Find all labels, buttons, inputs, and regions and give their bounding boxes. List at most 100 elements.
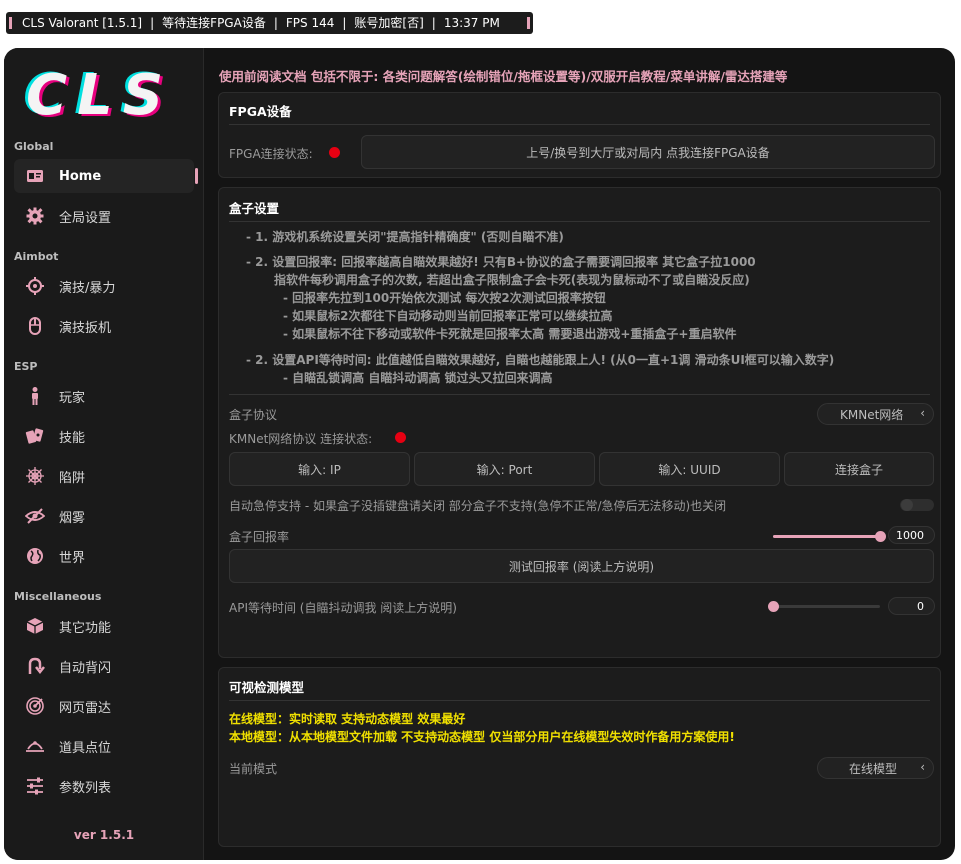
globe-icon [24,545,46,567]
api-wait-slider[interactable] [768,601,880,612]
sidebar-item-label: 陷阱 [59,470,86,486]
local-model-description: 本地模型：从本地模型文件加载 不支持动态模型 仅当部分用户在线模型失效时作备用方… [229,730,735,744]
version-label: ver 1.5.1 [73,828,135,842]
fps-counter: FPS 144 [285,16,335,30]
instruction-line: - 如果鼠标不往下移动或软件卡死就是回报率太高 需要退出游戏+重插盒子+重启软件 [283,327,737,341]
api-wait-value[interactable]: 0 [888,597,935,615]
instruction-line: 指软件每秒调用盒子的次数, 若超出盒子限制盒子会卡死(表现为鼠标动不了或自瞄没反… [274,273,750,287]
sidebar-item-utility-spots[interactable]: 道具点位 [14,729,194,763]
section-label-esp: ESP [14,360,38,373]
person-icon [24,385,46,407]
app-title: CLS Valorant [1.5.1] [22,16,143,30]
panel-title: FPGA设备 [229,104,292,119]
box-settings-panel: 盒子设置 - 1. 游戏机系统设置关闭"提高指针精确度" (否则自瞄不准) - … [218,187,941,658]
sidebar-item-label: 自动背闪 [59,660,112,676]
cards-icon [24,425,46,447]
visual-model-panel: 可视检测模型 在线模型：实时读取 支持动态模型 效果最好 本地模型：从本地模型文… [218,667,941,847]
connect-box-button[interactable]: 连接盒子 [784,452,934,486]
kmnet-status-indicator [395,432,406,443]
panel-divider [229,394,930,395]
docs-notice[interactable]: 使用前阅读文档 包括不限于: 各类问题解答(绘制错位/拖框设置等)/双服开启教程… [219,66,787,85]
current-mode-label: 当前模式 [229,762,278,776]
panel-divider [229,124,930,125]
toggle-knob [901,499,913,511]
instruction-line: - 2. 设置回报率: 回报率越高自瞄效果越好! 只有B+协议的盒子需要调回报率… [246,255,756,269]
connect-fpga-button[interactable]: 上号/换号到大厅或对局内 点我连接FPGA设备 [361,135,935,169]
sidebar-item-other[interactable]: 其它功能 [14,609,194,643]
sidebar-item-label: 道具点位 [59,740,112,756]
sidebar: CLS CLS CLS Global Home 全局设置 Aimbot 演技/暴… [4,48,204,860]
sidebar-item-label: 参数列表 [59,780,112,796]
sidebar-item-label: Home [59,168,102,184]
box-rate-value[interactable]: 1000 [888,526,935,544]
uuid-input[interactable]: 输入: UUID [599,452,780,486]
title-bar-right-marker [527,17,530,29]
box-rate-slider[interactable] [773,531,886,542]
sidebar-item-global-settings[interactable]: 全局设置 [14,199,194,233]
slider-fill [773,535,880,538]
test-rate-button[interactable]: 测试回报率 (阅读上方说明) [229,549,934,583]
sidebar-item-traps[interactable]: 陷阱 [14,459,194,493]
section-label-global: Global [14,140,54,153]
spider-web-icon [24,465,46,487]
box-protocol-value: KMNet网络 [840,407,904,422]
slider-handle[interactable] [875,531,886,542]
cls-logo: CLS CLS CLS [23,66,173,126]
main-window: CLS CLS CLS Global Home 全局设置 Aimbot 演技/暴… [4,48,955,860]
instruction-line: - 1. 游戏机系统设置关闭"提高指针精确度" (否则自瞄不准) [246,230,564,244]
id-card-icon [24,165,46,187]
panel-divider [229,700,930,701]
svg-text:CLS: CLS [26,66,173,126]
cube-icon [24,615,46,637]
account-encryption-status: 账号加密[否] [354,16,424,30]
sidebar-item-home[interactable]: Home [14,159,198,193]
sidebar-item-triggerbot[interactable]: 演技扳机 [14,309,194,343]
sidebar-item-parameters[interactable]: 参数列表 [14,769,194,803]
api-wait-label: API等待时间 (自瞄抖动调我 阅读上方说明) [229,601,457,615]
box-protocol-label: 盒子协议 [229,408,278,422]
sidebar-item-smoke[interactable]: 烟雾 [14,499,194,533]
chevron-left-icon: ‹ [920,406,925,420]
box-rate-label: 盒子回报率 [229,530,290,544]
instruction-line: - 回报率先拉到100开始依次测试 每次按2次测试回报率按钮 [283,291,606,305]
sidebar-item-auto-flash[interactable]: 自动背闪 [14,649,194,683]
u-turn-icon [24,655,46,677]
auto-stop-toggle[interactable] [900,499,934,511]
active-indicator [195,168,198,184]
connection-status-text: 等待连接FPGA设备 [162,16,266,30]
sidebar-item-label: 技能 [59,430,86,446]
sidebar-item-web-radar[interactable]: 网页雷达 [14,689,194,723]
sidebar-item-label: 演技/暴力 [59,280,116,296]
panel-title: 可视检测模型 [229,680,305,695]
title-bar-left-marker [9,17,12,29]
fpga-status-indicator [329,147,340,158]
ip-input[interactable]: 输入: IP [229,452,410,486]
title-bar: CLS Valorant [1.5.1] | 等待连接FPGA设备 | FPS 144 |… [6,12,533,34]
title-separator: | [150,16,155,30]
panel-divider [229,221,930,222]
title-separator: | [342,16,347,30]
sidebar-item-label: 全局设置 [59,210,112,226]
sidebar-item-players[interactable]: 玩家 [14,379,194,413]
panel-title: 盒子设置 [229,201,280,216]
online-model-description: 在线模型：实时读取 支持动态模型 效果最好 [229,712,466,726]
sliders-icon [24,775,46,797]
instruction-line: - 如果鼠标2次都往下自动移动则当前回报率正常可以继续拉高 [283,309,613,323]
title-separator: | [431,16,436,30]
model-mode-select[interactable]: 在线模型 ‹ [817,757,934,779]
sidebar-item-aim-rage[interactable]: 演技/暴力 [14,269,194,303]
slider-handle[interactable] [768,601,779,612]
fpga-panel: FPGA设备 FPGA连接状态: 上号/换号到大厅或对局内 点我连接FPGA设备 [218,92,941,178]
clock: 13:37 PM [443,16,500,30]
chevron-left-icon: ‹ [920,760,925,774]
sidebar-item-abilities[interactable]: 技能 [14,419,194,453]
sidebar-item-world[interactable]: 世界 [14,539,194,573]
instruction-line: - 自瞄乱锁调高 自瞄抖动调高 锁过头又拉回来调高 [283,371,553,385]
sidebar-item-label: 演技扳机 [59,320,112,336]
port-input[interactable]: 输入: Port [414,452,595,486]
box-protocol-select[interactable]: KMNet网络 ‹ [817,403,934,425]
sidebar-item-label: 世界 [59,550,86,566]
fpga-status-label: FPGA连接状态: [229,147,313,161]
mouse-icon [24,315,46,337]
sidebar-item-label: 玩家 [59,390,86,406]
